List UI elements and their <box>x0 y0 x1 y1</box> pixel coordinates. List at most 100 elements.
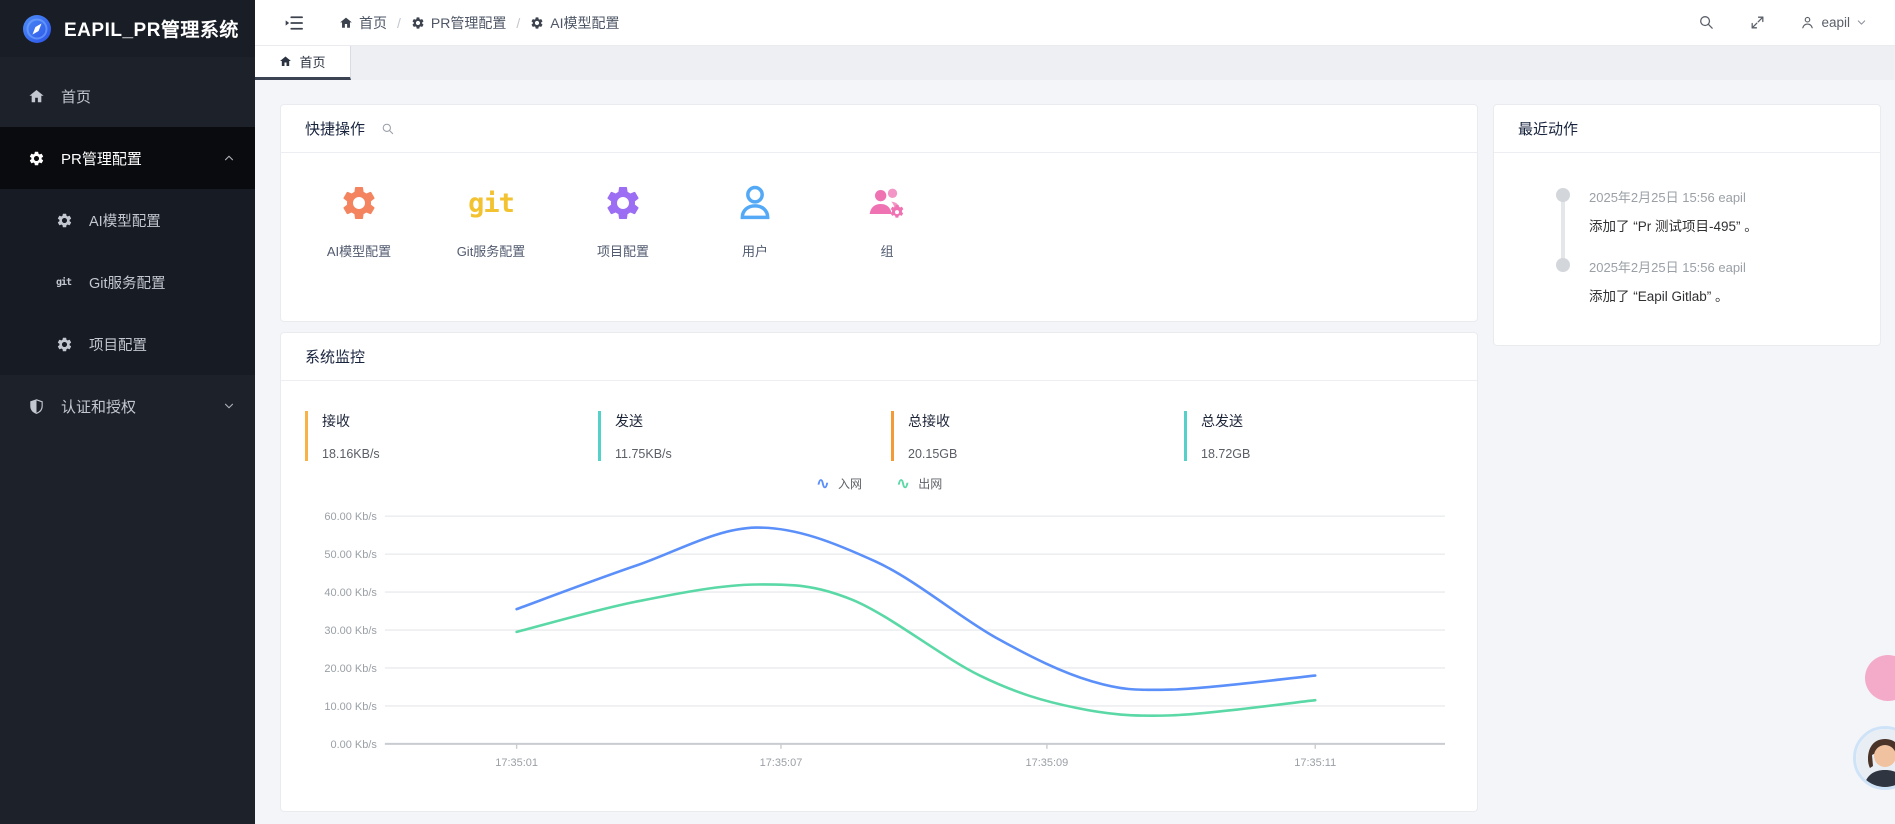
stat-send: 发送 11.75KB/s <box>598 411 891 461</box>
stat-label: 接收 <box>322 411 598 431</box>
user-icon <box>735 183 775 223</box>
side-column: 最近动作 2025年2月25日 15:56 eapil 添加了 “Pr 测试项目… <box>1493 104 1881 346</box>
gear-icon <box>339 183 379 223</box>
sidebar-item-git-service-config[interactable]: git Git服务配置 <box>0 251 255 313</box>
tab-label: 首页 <box>299 52 325 71</box>
breadcrumb-separator: / <box>397 15 401 31</box>
stat-receive: 接收 18.16KB/s <box>305 411 598 461</box>
quick-actions-row: AI模型配置 git Git服务配置 项目配置 用户 <box>281 153 1477 260</box>
timeline-item: 2025年2月25日 15:56 eapil 添加了 “Eapil Gitlab… <box>1556 257 1880 305</box>
breadcrumb-item-home[interactable]: 首页 <box>339 13 387 33</box>
chevron-up-icon <box>223 152 235 164</box>
sidebar-item-auth[interactable]: 认证和授权 <box>0 375 255 437</box>
gear-icon <box>28 150 45 167</box>
sidebar-item-label: 项目配置 <box>89 334 147 355</box>
sidebar-item-pr-config[interactable]: PR管理配置 <box>0 127 255 189</box>
user-name: eapil <box>1821 15 1850 30</box>
stat-total-receive: 总接收 20.15GB <box>891 411 1184 461</box>
tabbar: 首页 <box>255 46 1895 80</box>
user-menu[interactable]: eapil <box>1800 15 1867 30</box>
system-monitor-header: 系统监控 <box>281 333 1477 381</box>
breadcrumb-item-ai-model-config[interactable]: AI模型配置 <box>530 13 619 33</box>
y-axis-label: 20.00 Kb/s <box>324 663 377 675</box>
network-stats-row: 接收 18.16KB/s 发送 11.75KB/s 总接收 20.15GB 总发… <box>305 411 1477 461</box>
system-monitor-title: 系统监控 <box>305 346 365 367</box>
sidebar-item-label: 首页 <box>61 86 91 107</box>
network-traffic-chart[interactable]: 0.00 Kb/s10.00 Kb/s20.00 Kb/s30.00 Kb/s4… <box>305 496 1453 786</box>
series-line-出网 <box>517 584 1316 715</box>
timeline-dot <box>1556 188 1570 202</box>
breadcrumb-label: PR管理配置 <box>431 13 506 33</box>
sidebar-item-label: AI模型配置 <box>89 210 161 231</box>
timeline: 2025年2月25日 15:56 eapil 添加了 “Pr 测试项目-495”… <box>1556 187 1880 305</box>
chevron-down-icon <box>1856 17 1867 28</box>
app-logo-row[interactable]: EAPIL_PR管理系统 <box>0 0 255 57</box>
stat-value: 18.16KB/s <box>322 447 598 461</box>
legend-item-outbound[interactable]: ∿ 出网 <box>896 475 942 492</box>
x-axis-label: 17:35:09 <box>1026 757 1069 769</box>
stat-value: 18.72GB <box>1201 447 1477 461</box>
avatar <box>1856 729 1895 787</box>
stat-label: 总发送 <box>1201 411 1477 431</box>
quick-action-users[interactable]: 用户 <box>689 181 821 260</box>
stat-value: 11.75KB/s <box>615 447 891 461</box>
gear-icon <box>603 183 643 223</box>
timeline-item: 2025年2月25日 15:56 eapil 添加了 “Pr 测试项目-495”… <box>1556 187 1880 235</box>
recent-actions-title: 最近动作 <box>1518 118 1578 139</box>
home-icon <box>339 16 353 30</box>
git-icon: git <box>56 277 73 288</box>
sidebar-item-project-config[interactable]: 项目配置 <box>0 313 255 375</box>
sidebar: EAPIL_PR管理系统 首页 PR管理配置 AI模型配置 git Git服务配… <box>0 0 255 824</box>
quick-actions-title: 快捷操作 <box>305 118 365 139</box>
home-icon <box>28 88 45 105</box>
main-content: 快捷操作 AI模型配置 git Git服务配置 项目配置 <box>255 80 1895 824</box>
stat-label: 发送 <box>615 411 891 431</box>
quick-action-label: 项目配置 <box>597 241 649 260</box>
stat-value: 20.15GB <box>908 447 1184 461</box>
quick-action-ai-model-config[interactable]: AI模型配置 <box>293 181 425 260</box>
legend-item-inbound[interactable]: ∿ 入网 <box>816 475 862 492</box>
sidebar-item-home[interactable]: 首页 <box>0 65 255 127</box>
y-axis-label: 40.00 Kb/s <box>324 587 377 599</box>
app-title: EAPIL_PR管理系统 <box>64 15 239 42</box>
breadcrumb-separator: / <box>516 15 520 31</box>
wave-icon: ∿ <box>896 479 910 489</box>
sidebar-item-label: PR管理配置 <box>61 148 142 169</box>
quick-actions-header: 快捷操作 <box>281 105 1477 153</box>
tab-home[interactable]: 首页 <box>255 46 351 80</box>
stat-label: 总接收 <box>908 411 1184 431</box>
gear-icon <box>56 336 73 353</box>
breadcrumb-label: AI模型配置 <box>550 13 619 33</box>
x-axis-label: 17:35:07 <box>760 757 803 769</box>
home-icon <box>279 55 292 68</box>
gear-icon <box>411 16 425 30</box>
topbar: 首页 / PR管理配置 / AI模型配置 eapil <box>255 0 1895 46</box>
collapse-sidebar-icon[interactable] <box>285 13 305 33</box>
search-icon[interactable] <box>1698 14 1715 31</box>
legend-label: 入网 <box>838 475 862 492</box>
quick-action-groups[interactable]: 组 <box>821 181 953 260</box>
quick-action-git-service-config[interactable]: git Git服务配置 <box>425 181 557 260</box>
breadcrumb-label: 首页 <box>359 13 387 33</box>
legend-label: 出网 <box>918 475 942 492</box>
timeline-text: 添加了 “Eapil Gitlab” 。 <box>1589 285 1880 305</box>
y-axis-label: 60.00 Kb/s <box>324 511 377 523</box>
quick-action-project-config[interactable]: 项目配置 <box>557 181 689 260</box>
network-chart-wrap: 0.00 Kb/s10.00 Kb/s20.00 Kb/s30.00 Kb/s4… <box>281 492 1477 791</box>
y-axis-label: 30.00 Kb/s <box>324 625 377 637</box>
breadcrumb-item-pr-config[interactable]: PR管理配置 <box>411 13 506 33</box>
quick-actions-card: 快捷操作 AI模型配置 git Git服务配置 项目配置 <box>280 104 1478 322</box>
timeline-text: 添加了 “Pr 测试项目-495” 。 <box>1589 215 1880 235</box>
fullscreen-icon[interactable] <box>1749 14 1766 31</box>
wave-icon: ∿ <box>816 479 830 489</box>
git-icon: git <box>468 181 514 225</box>
sidebar-item-ai-model-config[interactable]: AI模型配置 <box>0 189 255 251</box>
shield-icon <box>28 398 45 415</box>
search-icon[interactable] <box>381 122 395 136</box>
chart-legend: ∿ 入网 ∿ 出网 <box>281 475 1477 492</box>
recent-actions-card: 最近动作 2025年2月25日 15:56 eapil 添加了 “Pr 测试项目… <box>1493 104 1881 346</box>
chevron-down-icon <box>223 400 235 412</box>
topbar-actions: eapil <box>1698 14 1895 31</box>
y-axis-label: 50.00 Kb/s <box>324 549 377 561</box>
timeline-time: 2025年2月25日 15:56 eapil <box>1589 257 1880 276</box>
